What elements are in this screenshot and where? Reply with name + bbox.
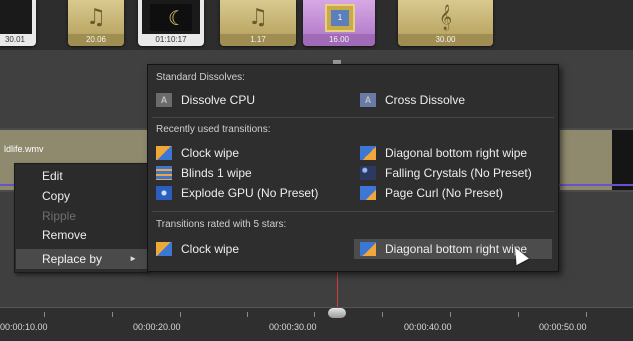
clip-timecode: 16.00 bbox=[303, 34, 375, 46]
picture-frame-icon: 1 bbox=[325, 4, 355, 32]
falling-crystals-icon bbox=[360, 166, 376, 180]
clip-context-menu: Edit Copy Ripple Remove Replace by ► bbox=[14, 163, 149, 273]
clip-timecode: 1.17 bbox=[220, 34, 296, 46]
ruler-tick bbox=[112, 312, 113, 317]
clip-thumbnail bbox=[0, 0, 32, 34]
transition-clock-wipe-rated[interactable]: Clock wipe bbox=[156, 239, 346, 259]
clip-timecode: 30.01 bbox=[4, 35, 26, 44]
section-title: Transitions rated with 5 stars: bbox=[156, 219, 287, 230]
treble-clef-icon: 𝄞 bbox=[438, 5, 452, 30]
ruler-label: 00:00:50.00 bbox=[539, 322, 587, 332]
storyboard-strip: 30.01 ♫ 20.06 ☾ 01:10:17 ♫ 1.17 1 16.00 … bbox=[0, 0, 633, 50]
ruler-tick bbox=[518, 312, 519, 317]
clip-timecode: 30.00 bbox=[398, 34, 493, 46]
section-title: Standard Dissolves: bbox=[156, 72, 245, 83]
ruler-label: 00:00:40.00 bbox=[404, 322, 452, 332]
ruler-tick bbox=[247, 312, 248, 317]
music-clip-thumb[interactable]: 𝄞 30.00 bbox=[398, 0, 493, 46]
clip-name: ldlife.wmv bbox=[4, 144, 44, 154]
ruler-tick bbox=[382, 312, 383, 317]
transition-cross-dissolve[interactable]: Cross Dissolve bbox=[360, 90, 550, 110]
transition-clock-wipe[interactable]: Clock wipe bbox=[156, 143, 346, 163]
clock-wipe-icon bbox=[156, 242, 172, 256]
ruler-label: 00:00:30.00 bbox=[269, 322, 317, 332]
video-clip-thumb[interactable]: ☾ 01:10:17 bbox=[138, 0, 204, 46]
clip-timecode: 01:10:17 bbox=[155, 35, 187, 44]
menu-separator bbox=[152, 211, 554, 212]
ruler-tick bbox=[44, 312, 45, 317]
scrubber-handle[interactable] bbox=[328, 308, 346, 318]
ruler-tick bbox=[586, 312, 587, 317]
title-clip-thumb[interactable]: 1 16.00 bbox=[303, 0, 375, 46]
blinds-wipe-icon bbox=[156, 166, 172, 180]
moon-icon: ☾ bbox=[168, 8, 186, 30]
clip-timecode: 20.06 bbox=[68, 34, 124, 46]
ruler-label: 00:00:20.00 bbox=[133, 322, 181, 332]
replace-by-submenu: Standard Dissolves: Dissolve CPU Cross D… bbox=[147, 64, 559, 272]
music-note-icon: ♫ bbox=[86, 5, 106, 30]
ruler-tick bbox=[450, 312, 451, 317]
menu-item-label: Replace by bbox=[42, 252, 103, 266]
cross-dissolve-icon bbox=[360, 93, 376, 107]
transition-explode-gpu[interactable]: Explode GPU (No Preset) bbox=[156, 183, 346, 203]
page-curl-icon bbox=[360, 186, 376, 200]
timeline-clip-dark[interactable] bbox=[612, 130, 633, 190]
music-clip-thumb[interactable]: ♫ 1.17 bbox=[220, 0, 296, 46]
video-editor-timeline: 30.01 ♫ 20.06 ☾ 01:10:17 ♫ 1.17 1 16.00 … bbox=[0, 0, 633, 341]
time-ruler[interactable]: 00:00:10.00 00:00:20.00 00:00:30.00 00:0… bbox=[0, 307, 633, 341]
transition-diagonal-wipe[interactable]: Diagonal bottom right wipe bbox=[360, 143, 554, 163]
menu-item-edit[interactable]: Edit bbox=[42, 167, 63, 185]
diagonal-wipe-icon bbox=[360, 146, 376, 160]
music-clip-thumb[interactable]: ♫ 20.06 bbox=[68, 0, 124, 46]
ruler-tick bbox=[314, 312, 315, 317]
ruler-tick bbox=[180, 312, 181, 317]
video-clip-thumb[interactable]: 30.01 bbox=[0, 0, 36, 46]
music-note-icon: ♫ bbox=[248, 5, 268, 30]
transition-page-curl[interactable]: Page Curl (No Preset) bbox=[360, 183, 554, 203]
explode-icon bbox=[156, 186, 172, 200]
transition-falling-crystals[interactable]: Falling Crystals (No Preset) bbox=[360, 163, 554, 183]
timeline-clip[interactable] bbox=[560, 130, 612, 190]
menu-item-ripple: Ripple bbox=[42, 209, 77, 223]
menu-item-remove[interactable]: Remove bbox=[42, 226, 87, 244]
dissolve-icon bbox=[156, 93, 172, 107]
section-title: Recently used transitions: bbox=[156, 124, 271, 135]
submenu-arrow-icon: ► bbox=[129, 254, 137, 263]
clock-wipe-icon bbox=[156, 146, 172, 160]
menu-item-copy[interactable]: Copy bbox=[42, 187, 70, 205]
ruler-label: 00:00:10.00 bbox=[0, 322, 48, 332]
menu-separator bbox=[152, 117, 554, 118]
menu-item-replace-by[interactable]: Replace by ► bbox=[16, 249, 147, 269]
transition-blinds-wipe[interactable]: Blinds 1 wipe bbox=[156, 163, 346, 183]
transition-dissolve-cpu[interactable]: Dissolve CPU bbox=[156, 90, 346, 110]
diagonal-wipe-icon bbox=[360, 242, 376, 256]
